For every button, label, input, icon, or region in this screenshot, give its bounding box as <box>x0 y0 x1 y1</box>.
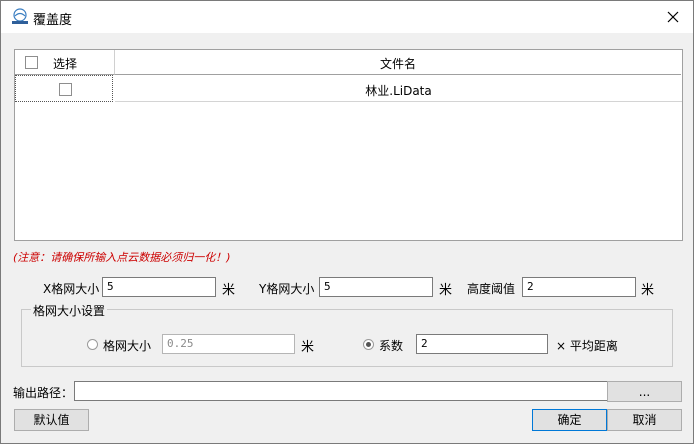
default-values-button[interactable]: 默认值 <box>14 409 89 431</box>
lidar-logo-icon <box>12 8 28 24</box>
table-row-select-cell[interactable] <box>15 75 113 102</box>
grid-size-input[interactable]: 0.25 <box>162 334 295 354</box>
row-filename: 林业.LiData <box>365 84 432 98</box>
factor-radio[interactable] <box>363 339 374 350</box>
grid-size-radio[interactable] <box>87 339 98 350</box>
select-all-checkbox[interactable] <box>25 56 38 69</box>
header-filename-label: 文件名 <box>379 57 416 71</box>
x-grid-input[interactable]: 5 <box>102 277 216 297</box>
file-table[interactable]: 选择 文件名 林业.LiData <box>14 49 683 241</box>
y-grid-unit: 米 <box>439 283 453 298</box>
x-grid-unit: 米 <box>222 283 236 298</box>
header-select[interactable]: 选择 <box>15 50 115 75</box>
cancel-button[interactable]: 取消 <box>607 409 682 431</box>
browse-button[interactable]: ... <box>607 381 682 402</box>
output-path-label: 输出路径： <box>13 386 74 400</box>
y-grid-input[interactable]: 5 <box>319 277 433 297</box>
table-row-filename-cell[interactable]: 林业.LiData <box>115 75 682 102</box>
normalization-warning: (注意：请确保所输入点云数据必须归一化！) <box>13 251 231 264</box>
height-threshold-input[interactable]: 2 <box>522 277 636 297</box>
height-threshold-label: 高度阈值 <box>467 282 516 296</box>
x-grid-label: X格网大小 <box>43 282 100 296</box>
y-grid-label: Y格网大小 <box>259 282 315 296</box>
height-threshold-unit: 米 <box>641 283 655 298</box>
window-title: 覆盖度 <box>33 13 73 28</box>
close-icon[interactable] <box>661 5 685 29</box>
ok-button[interactable]: 确定 <box>532 409 607 431</box>
output-path-input[interactable] <box>74 381 608 401</box>
grid-size-unit: 米 <box>301 340 315 355</box>
factor-suffix: × 平均距离 <box>556 339 618 353</box>
dialog-window: 覆盖度 选择 文件名 林业.LiData (注意：请确保所输入点云数据必须归一化… <box>0 0 694 444</box>
factor-input[interactable]: 2 <box>416 334 548 354</box>
header-select-label: 选择 <box>53 57 78 71</box>
row-checkbox[interactable] <box>59 83 72 96</box>
grid-size-option-label: 格网大小 <box>103 339 152 353</box>
header-filename[interactable]: 文件名 <box>115 50 681 75</box>
title-bar: 覆盖度 <box>1 1 693 33</box>
grid-settings-legend: 格网大小设置 <box>31 302 108 319</box>
factor-option-label: 系数 <box>379 339 404 353</box>
